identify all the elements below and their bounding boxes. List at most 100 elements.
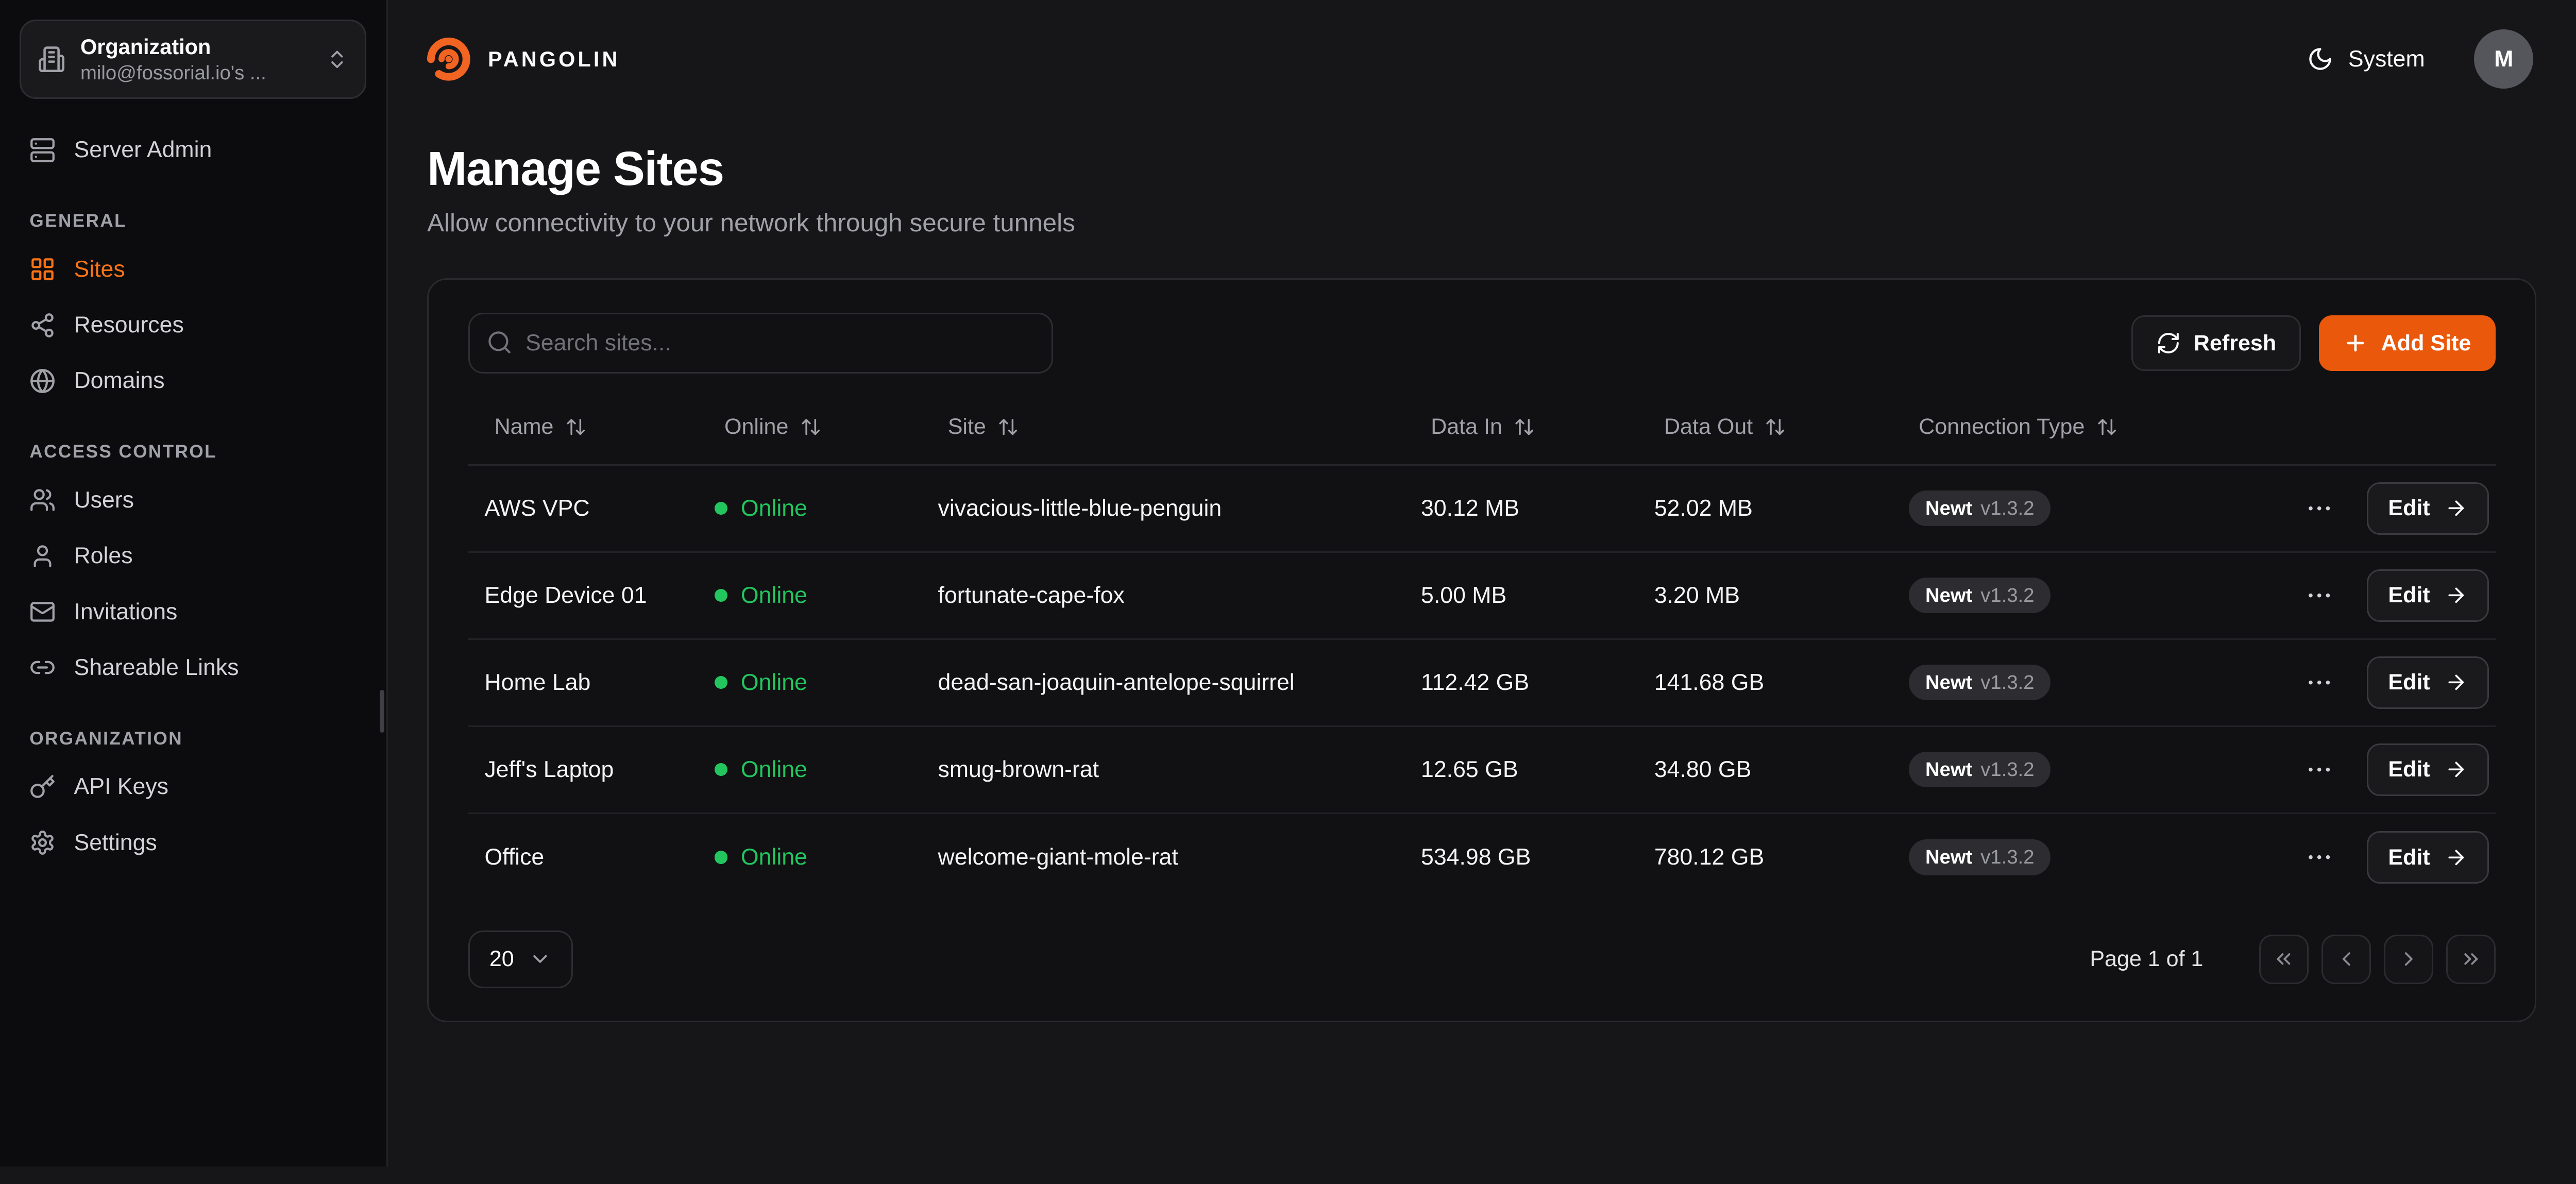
column-label: Name (495, 414, 554, 439)
sidebar-nav: Server Admin GENERAL Sites Resources Dom (20, 122, 366, 871)
column-label: Connection Type (1919, 414, 2084, 439)
theme-toggle-button[interactable]: System (2294, 36, 2438, 82)
share-nodes-icon (29, 312, 56, 339)
layout-grid-icon (29, 256, 56, 282)
site-status-cell: Online (698, 757, 922, 783)
search-input[interactable] (468, 313, 1053, 374)
sidebar-item-server-admin[interactable]: Server Admin (20, 122, 366, 178)
column-header-data-in[interactable]: Data In (1404, 414, 1535, 439)
sites-table: Name Online Site Data In (468, 390, 2496, 901)
row-menu-button[interactable] (2298, 487, 2341, 530)
column-header-data-out[interactable]: Data Out (1638, 414, 1786, 439)
section-label-organization: ORGANIZATION (29, 729, 357, 749)
data-out-cell: 34.80 GB (1638, 757, 1892, 783)
org-selector[interactable]: Organization milo@fossorial.io's ... (20, 20, 366, 99)
sort-icon (1765, 416, 1786, 437)
page-size-select[interactable]: 20 (468, 931, 573, 988)
sidebar-item-settings[interactable]: Settings (20, 815, 366, 870)
search-icon (486, 329, 513, 356)
sites-toolbar: Refresh Add Site (468, 313, 2496, 374)
arrow-right-icon (2445, 671, 2468, 694)
edit-button[interactable]: Edit (2367, 831, 2489, 884)
user-icon (29, 543, 56, 569)
arrow-right-icon (2445, 497, 2468, 520)
column-label: Data In (1431, 414, 1502, 439)
row-menu-button[interactable] (2298, 836, 2341, 879)
sidebar-item-label: Invitations (74, 599, 177, 625)
row-menu-button[interactable] (2298, 748, 2341, 791)
section-label-general: GENERAL (29, 211, 357, 231)
column-header-site[interactable]: Site (922, 414, 1019, 439)
add-site-button[interactable]: Add Site (2319, 315, 2496, 371)
site-tunnel-cell: dead-san-joaquin-antelope-squirrel (922, 670, 1405, 696)
sidebar-item-sites[interactable]: Sites (20, 241, 366, 297)
search-box (468, 313, 1053, 374)
chevrons-left-icon (2272, 948, 2295, 971)
site-name-cell: Edge Device 01 (468, 583, 698, 608)
edit-button[interactable]: Edit (2367, 656, 2489, 709)
sidebar-item-roles[interactable]: Roles (20, 528, 366, 584)
column-header-connection-type[interactable]: Connection Type (1892, 414, 2117, 439)
sort-icon (997, 416, 1019, 437)
last-page-button[interactable] (2446, 935, 2496, 984)
sidebar-item-label: Users (74, 487, 134, 513)
column-header-name[interactable]: Name (468, 414, 587, 439)
edit-button[interactable]: Edit (2367, 482, 2489, 535)
ellipsis-icon (2304, 581, 2334, 610)
data-out-cell: 52.02 MB (1638, 496, 1892, 521)
connection-type-cell: Newt v1.3.2 (1892, 752, 2286, 788)
avatar[interactable]: M (2474, 29, 2533, 89)
online-status-label: Online (741, 496, 807, 521)
data-in-cell: 112.42 GB (1404, 670, 1638, 696)
edit-button[interactable]: Edit (2367, 743, 2489, 796)
data-out-cell: 3.20 MB (1638, 583, 1892, 608)
sidebar-scrollbar-thumb[interactable] (380, 690, 385, 733)
ellipsis-icon (2304, 668, 2334, 697)
site-tunnel-cell: vivacious-little-blue-penguin (922, 496, 1405, 521)
connection-client: Newt (1925, 671, 1972, 694)
chevron-right-icon (2397, 948, 2420, 971)
table-row: AWS VPC Online vivacious-little-blue-pen… (468, 466, 2496, 553)
page-size-value: 20 (489, 946, 514, 972)
prev-page-button[interactable] (2321, 935, 2371, 984)
online-status-dot (715, 589, 728, 602)
table-body: AWS VPC Online vivacious-little-blue-pen… (468, 466, 2496, 901)
main-area: PANGOLIN System M Manage Sites Allow con… (388, 0, 2576, 1166)
connection-version: v1.3.2 (1980, 671, 2034, 694)
chevron-down-icon (529, 948, 552, 971)
ellipsis-icon (2304, 842, 2334, 872)
sidebar-item-users[interactable]: Users (20, 472, 366, 528)
sidebar-item-resources[interactable]: Resources (20, 297, 366, 353)
edit-label: Edit (2388, 583, 2430, 608)
column-header-online[interactable]: Online (698, 414, 821, 439)
connection-type-cell: Newt v1.3.2 (1892, 665, 2286, 701)
edit-label: Edit (2388, 845, 2430, 870)
connection-type-badge: Newt v1.3.2 (1909, 752, 2050, 788)
table-row: Office Online welcome-giant-mole-rat 534… (468, 814, 2496, 901)
next-page-button[interactable] (2384, 935, 2433, 984)
sidebar-item-label: Roles (74, 543, 132, 569)
column-label: Data Out (1664, 414, 1753, 439)
online-status-label: Online (741, 670, 807, 696)
org-account: milo@fossorial.io's ... (80, 60, 311, 86)
edit-label: Edit (2388, 496, 2430, 521)
row-menu-button[interactable] (2298, 574, 2341, 617)
edit-button[interactable]: Edit (2367, 569, 2489, 622)
ellipsis-icon (2304, 755, 2334, 784)
sidebar-item-api-keys[interactable]: API Keys (20, 759, 366, 815)
sidebar-item-invitations[interactable]: Invitations (20, 584, 366, 639)
arrow-right-icon (2445, 846, 2468, 869)
first-page-button[interactable] (2259, 935, 2309, 984)
connection-type-badge: Newt v1.3.2 (1909, 578, 2050, 614)
data-out-cell: 780.12 GB (1638, 844, 1892, 870)
arrow-right-icon (2445, 758, 2468, 781)
ellipsis-icon (2304, 494, 2334, 523)
page-content: Manage Sites Allow connectivity to your … (388, 119, 2576, 1023)
brand-text: PANGOLIN (488, 47, 620, 72)
sidebar-item-domains[interactable]: Domains (20, 353, 366, 409)
row-menu-button[interactable] (2298, 661, 2341, 704)
page-subtitle: Allow connectivity to your network throu… (427, 208, 2536, 238)
connection-version: v1.3.2 (1980, 497, 2034, 520)
refresh-button[interactable]: Refresh (2131, 315, 2301, 371)
sidebar-item-shareable-links[interactable]: Shareable Links (20, 640, 366, 696)
